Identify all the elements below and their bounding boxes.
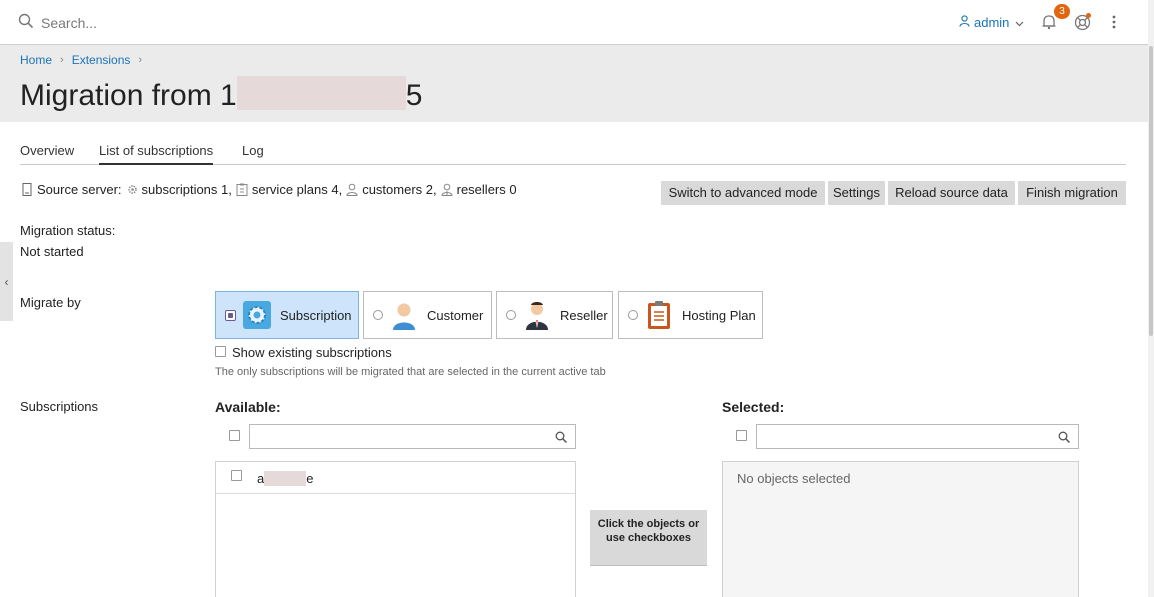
server-icon [21, 183, 34, 196]
migrate-by-label: Migrate by [20, 295, 81, 310]
scrollbar-thumb[interactable] [1149, 46, 1153, 336]
breadcrumb: Home › Extensions › [20, 53, 150, 67]
top-bar: Search... admin 3 [0, 0, 1154, 45]
list-item-label: ae [257, 471, 314, 486]
redacted-block [236, 76, 406, 110]
breadcrumb-extensions-link[interactable]: Extensions [72, 53, 131, 67]
page-header: Home › Extensions › Migration from 1 5 [0, 46, 1148, 122]
empty-selection-message: No objects selected [737, 471, 851, 486]
more-options-icon[interactable] [1105, 13, 1123, 31]
selected-list: No objects selected [722, 461, 1079, 597]
customer-icon [346, 183, 359, 196]
tab-list-of-subscriptions[interactable]: List of subscriptions [99, 143, 214, 165]
settings-button[interactable]: Settings [828, 181, 885, 205]
customer-radio[interactable] [373, 310, 383, 320]
search-icon [1058, 431, 1070, 443]
tab-overview[interactable]: Overview [20, 143, 74, 165]
user-name: admin [974, 15, 1010, 30]
page-scrollbar[interactable] [1148, 0, 1154, 597]
help-indicator-dot [1086, 13, 1091, 18]
migrate-by-reseller-option[interactable]: Reseller [496, 291, 613, 339]
subscription-gear-icon [126, 183, 139, 196]
breadcrumb-home-link[interactable]: Home [20, 53, 52, 67]
chevron-down-icon [1015, 15, 1024, 30]
search-icon [555, 431, 567, 443]
reseller-avatar-icon [522, 300, 552, 330]
list-item[interactable]: ae [216, 462, 575, 494]
service-plan-icon [236, 183, 249, 196]
migrate-by-hosting-plan-option[interactable]: Hosting Plan [618, 291, 763, 339]
hosting-plan-radio[interactable] [628, 310, 638, 320]
chevron-left-icon: ‹ [4, 274, 9, 289]
breadcrumb-separator-icon: › [60, 54, 64, 66]
subscription-option-label: Subscription [280, 307, 352, 323]
switch-advanced-mode-button[interactable]: Switch to advanced mode [661, 181, 825, 205]
page-title-start: Migration from 1 [20, 79, 237, 112]
customer-avatar-icon [389, 300, 419, 330]
subscriptions-count: subscriptions 1, [141, 182, 232, 197]
reseller-icon [441, 183, 454, 196]
service-plans-count: service plans 4, [251, 182, 343, 197]
breadcrumb-separator-icon: › [138, 54, 143, 66]
user-menu[interactable]: admin [959, 15, 1024, 30]
customers-count: customers 2, [362, 182, 437, 197]
notification-badge: 3 [1054, 4, 1070, 19]
available-title: Available: [215, 399, 281, 415]
source-server-label: Source server: [37, 182, 122, 197]
selected-select-all-checkbox[interactable] [736, 430, 747, 441]
show-existing-checkbox[interactable] [215, 346, 226, 357]
move-objects-button[interactable]: Click the objects or use checkboxes [590, 510, 707, 566]
available-list: ae [215, 461, 576, 597]
subscription-gear-icon [242, 300, 272, 330]
hosting-plan-clipboard-icon [644, 300, 674, 330]
reload-source-data-button[interactable]: Reload source data [888, 181, 1015, 205]
source-server-summary: Source server: subscriptions 1, service … [21, 182, 517, 197]
user-icon [959, 15, 970, 30]
selected-title: Selected: [722, 399, 785, 415]
migration-status-value: Not started [20, 244, 84, 259]
subscriptions-label: Subscriptions [20, 399, 99, 414]
tab-bar: Overview List of subscriptions Log [20, 143, 1126, 165]
customer-option-label: Customer [427, 307, 484, 323]
sidebar-collapse-handle[interactable]: ‹ [0, 242, 13, 321]
global-search[interactable]: Search... [18, 13, 97, 32]
resellers-count: resellers 0 [456, 182, 517, 197]
selected-filter-input[interactable] [756, 424, 1079, 449]
migration-status-label: Migration status: [20, 223, 116, 238]
reseller-radio[interactable] [506, 310, 516, 320]
available-select-all-checkbox[interactable] [229, 430, 240, 441]
reseller-option-label: Reseller [560, 307, 608, 323]
migrate-by-customer-option[interactable]: Customer [363, 291, 492, 339]
subscription-radio[interactable] [225, 309, 236, 321]
migration-hint: The only subscriptions will be migrated … [215, 366, 606, 378]
show-existing-label[interactable]: Show existing subscriptions [232, 345, 392, 360]
hosting-plan-option-label: Hosting Plan [682, 307, 756, 323]
tab-log[interactable]: Log [242, 143, 264, 165]
search-input[interactable]: Search... [41, 15, 97, 31]
search-icon [18, 13, 34, 32]
page-title: Migration from 1 5 [20, 76, 422, 113]
available-filter-input[interactable] [249, 424, 576, 449]
redacted-block [264, 471, 307, 486]
page-title-end: 5 [405, 79, 423, 112]
migrate-by-subscription-option[interactable]: Subscription [215, 291, 359, 339]
list-item-checkbox[interactable] [231, 470, 242, 481]
finish-migration-button[interactable]: Finish migration [1018, 181, 1126, 205]
